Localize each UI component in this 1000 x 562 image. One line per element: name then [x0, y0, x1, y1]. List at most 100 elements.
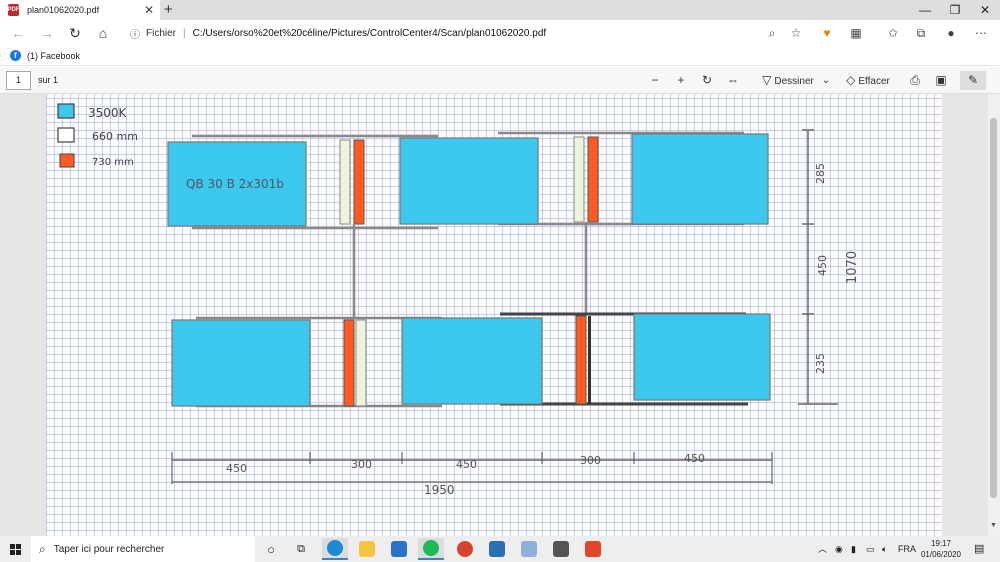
scroll-thumb[interactable] [990, 118, 997, 498]
taskbar-controlcenter[interactable] [580, 538, 606, 560]
notifications-icon[interactable]: ▤ [974, 536, 984, 562]
dimension-235: 235 [814, 353, 827, 374]
taskbar-explorer[interactable] [354, 538, 380, 560]
page-number-input[interactable]: 1 [6, 71, 31, 90]
hand-drawn-plan: 3500K 660 mm 730 mm QB 30 B 2x301b 285 4… [57, 103, 860, 497]
facebook-icon[interactable]: f [10, 50, 21, 61]
restore-button[interactable]: ❐ [940, 0, 970, 20]
draw-icon: ▽ [762, 73, 772, 87]
taskbar-photos[interactable] [484, 538, 510, 560]
volume-icon[interactable]: 🔈︎ [882, 536, 887, 562]
dimension-285: 285 [814, 163, 827, 184]
taskbar-mail[interactable] [386, 538, 412, 560]
cortana-button[interactable]: ○ [258, 538, 284, 560]
save-icon[interactable]: ▣ [934, 71, 948, 90]
search-icon: ⌕ [39, 541, 46, 556]
network-icon[interactable]: ▭ [866, 536, 875, 562]
taskbar-search[interactable]: ⌕ Taper ici pour rechercher [31, 536, 255, 562]
chrome-icon [457, 541, 473, 557]
rotate-icon[interactable]: ↻ [700, 71, 714, 90]
draw-label: Dessiner [774, 76, 814, 87]
top-left-white-strip [339, 139, 351, 225]
back-icon[interactable]: ← [9, 24, 27, 42]
print-icon[interactable]: ⎙ [908, 71, 922, 90]
taskbar-chrome[interactable] [452, 538, 478, 560]
minimize-button[interactable]: — [910, 0, 940, 20]
pin-toolbar-icon[interactable]: ✎ [960, 71, 986, 90]
task-view-button[interactable]: ⧉ [288, 538, 314, 560]
legend-swatch-orange [59, 153, 75, 168]
erase-button[interactable]: ◇ Effacer [843, 71, 893, 90]
start-button[interactable] [0, 536, 30, 562]
favorite-star-icon[interactable]: ☆ [787, 24, 805, 42]
tab-close-button[interactable]: ✕ [144, 3, 154, 17]
taskbar-calculator[interactable] [548, 538, 574, 560]
favorite-facebook[interactable]: (1) Facebook [27, 51, 80, 61]
legend-swatch-cyan [57, 103, 75, 119]
refresh-icon[interactable]: ↻ [66, 24, 84, 42]
clock-time: 19:17 [930, 539, 952, 548]
dimension-300-a: 300 [351, 458, 372, 471]
dimension-450-c: 450 [684, 452, 705, 465]
legend-label-3500k: 3500K [88, 106, 128, 120]
tab-title: plan01062020.pdf [27, 5, 100, 15]
top-right-orange-strip [587, 136, 599, 223]
fit-page-icon[interactable]: ⇔ [726, 71, 740, 90]
extension-icon[interactable]: ▦ [847, 24, 865, 42]
new-tab-button[interactable]: + [164, 1, 173, 18]
close-window-button[interactable]: ✕ [970, 0, 1000, 20]
collections-icon[interactable]: ⧉ [912, 24, 930, 42]
favorites-icon[interactable]: ✩ [884, 24, 902, 42]
zoom-icon[interactable]: ⌕ [763, 24, 781, 42]
taskbar-edge[interactable] [322, 538, 348, 560]
pdf-toolbar: 1 sur 1 − + ↻ ⇔ ▽ Dessiner ⌄ ◇ Effacer ⎙ ▣… [0, 67, 1000, 94]
draw-options-chevron-icon[interactable]: ⌄ [820, 71, 832, 90]
tab-bar: PDF plan01062020.pdf ✕ + — ❐ ✕ [0, 0, 1000, 20]
top-left-orange-strip [353, 139, 365, 225]
windows-logo-icon [9, 543, 21, 555]
forward-icon[interactable]: → [38, 24, 56, 42]
taskbar-spotify[interactable] [418, 538, 444, 560]
dimension-450-b: 450 [456, 458, 477, 471]
search-placeholder: Taper ici pour rechercher [53, 543, 165, 555]
tray-app-icon[interactable]: ◉ [835, 536, 843, 562]
system-clock[interactable]: 19:17 01/06/2020 [918, 538, 964, 560]
cortana-icon: ○ [267, 541, 275, 557]
address-url[interactable]: C:/Users/orso%20et%20céline/Pictures/Con… [193, 28, 547, 39]
scroll-down-arrow-icon[interactable]: ▼ [990, 522, 997, 529]
info-icon[interactable]: ⓘ [130, 26, 140, 41]
tray-overflow-icon[interactable]: ︿ [818, 536, 827, 562]
mail-icon [391, 541, 407, 557]
pdf-file-icon: PDF [8, 4, 20, 16]
zoom-out-icon[interactable]: − [648, 71, 662, 90]
taskbar-paint[interactable] [516, 538, 542, 560]
box-label: QB 30 B 2x301b [186, 177, 284, 191]
bottom-left-white-strip [355, 319, 367, 407]
bottom-right-dark-line [588, 316, 591, 404]
vertical-scrollbar[interactable]: ▲ ▼ [988, 94, 1000, 536]
tab-pdf[interactable]: PDF plan01062020.pdf ✕ [0, 0, 160, 20]
dimension-300-b: 300 [580, 454, 601, 467]
top-right-cyan-box [631, 133, 769, 225]
profile-avatar-icon[interactable]: ● [942, 24, 960, 42]
language-indicator[interactable]: FRA [898, 536, 916, 562]
draw-button[interactable]: ▽ Dessiner [760, 71, 816, 90]
navigation-bar: ← → ↻ ⌂ ⓘ Fichier | C:/Users/orso%20et%2… [0, 20, 1000, 46]
edge-icon [327, 540, 343, 556]
spotify-icon [423, 540, 439, 556]
zoom-in-icon[interactable]: + [674, 71, 688, 90]
bottom-right-cyan-box [633, 313, 771, 401]
bottom-left-orange-strip [343, 319, 355, 407]
home-icon[interactable]: ⌂ [94, 24, 112, 42]
task-view-icon: ⧉ [297, 542, 305, 555]
document-viewer[interactable]: 3500K 660 mm 730 mm QB 30 B 2x301b 285 4… [0, 94, 1000, 536]
dimension-total-width: 1950 [424, 483, 455, 497]
address-bar[interactable]: ⓘ Fichier | C:/Users/orso%20et%20céline/… [122, 23, 807, 43]
top-middle-cyan-box [399, 137, 539, 225]
more-menu-icon[interactable]: ⋯ [972, 24, 990, 42]
dimension-450-a: 450 [226, 462, 247, 475]
extension-heart-icon[interactable]: ♥ [818, 24, 836, 42]
favorites-bar: f (1) Facebook [0, 46, 1000, 66]
microphone-icon[interactable]: ▮ [851, 536, 856, 562]
bottom-left-cyan-box [171, 319, 311, 407]
